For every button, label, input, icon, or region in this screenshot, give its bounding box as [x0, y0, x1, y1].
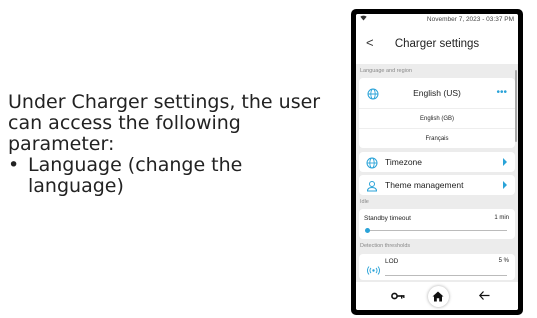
language-card: English (US) ••• English (GB) Français [359, 78, 515, 148]
header-bar: < Charger settings [356, 24, 518, 64]
language-option-fr[interactable]: Français [359, 128, 515, 148]
section-label-idle: Idle [360, 199, 369, 205]
language-selector[interactable]: English (US) ••• [359, 78, 515, 108]
lod-value: 5 % [498, 258, 509, 264]
key-button[interactable] [386, 282, 410, 310]
instruction-caption: Under Charger settings, the user can acc… [8, 92, 338, 197]
current-language: English (US) [413, 88, 461, 98]
standby-timeout-label: Standby timeout [364, 215, 411, 222]
more-options-icon[interactable]: ••• [496, 87, 507, 98]
page-title: Charger settings [394, 38, 480, 50]
key-icon [391, 287, 405, 305]
wifi-icon [360, 15, 367, 23]
settings-content[interactable]: Language and region English (US) ••• Eng… [356, 64, 518, 282]
caption-bullet-list: Language (change the language) [8, 155, 338, 197]
arrow-left-icon [478, 287, 490, 305]
chevron-right-icon [503, 181, 507, 189]
signal-icon [367, 262, 380, 280]
back-button[interactable]: < [366, 35, 374, 50]
lod-card: LOD 5 % [359, 254, 515, 280]
device-frame: November 7, 2023 - 03:37 PM < Charger se… [351, 9, 523, 315]
lod-label: LOD [385, 258, 399, 265]
nav-label-timezone: Timezone [385, 157, 423, 167]
user-icon [366, 179, 378, 197]
scrollbar[interactable] [515, 70, 517, 142]
globe-icon [366, 156, 378, 174]
language-option-en-gb[interactable]: English (GB) [359, 108, 515, 128]
globe-icon [367, 87, 379, 105]
slider-handle[interactable] [365, 228, 370, 233]
chevron-right-icon [503, 158, 507, 166]
device-screen: November 7, 2023 - 03:37 PM < Charger se… [356, 14, 518, 310]
home-icon [427, 285, 449, 307]
status-bar: November 7, 2023 - 03:37 PM [356, 14, 518, 24]
back-nav-button[interactable] [472, 282, 496, 310]
nav-item-theme-management[interactable]: Theme management [359, 175, 515, 195]
nav-item-timezone[interactable]: Timezone [359, 152, 515, 172]
lod-slider[interactable] [385, 275, 507, 276]
caption-bullet: Language (change the language) [8, 155, 338, 197]
status-datetime: November 7, 2023 - 03:37 PM [426, 15, 514, 23]
section-label-language: Language and region [360, 68, 412, 74]
standby-timeout-card: Standby timeout 1 min [359, 209, 515, 239]
standby-timeout-slider[interactable] [365, 228, 507, 233]
home-button[interactable] [426, 282, 450, 310]
bottom-nav-bar [356, 282, 518, 310]
section-label-detection: Detection thresholds [360, 243, 411, 249]
caption-intro: Under Charger settings, the user can acc… [8, 91, 321, 155]
nav-label-theme: Theme management [385, 180, 464, 190]
standby-timeout-value: 1 min [494, 215, 509, 221]
